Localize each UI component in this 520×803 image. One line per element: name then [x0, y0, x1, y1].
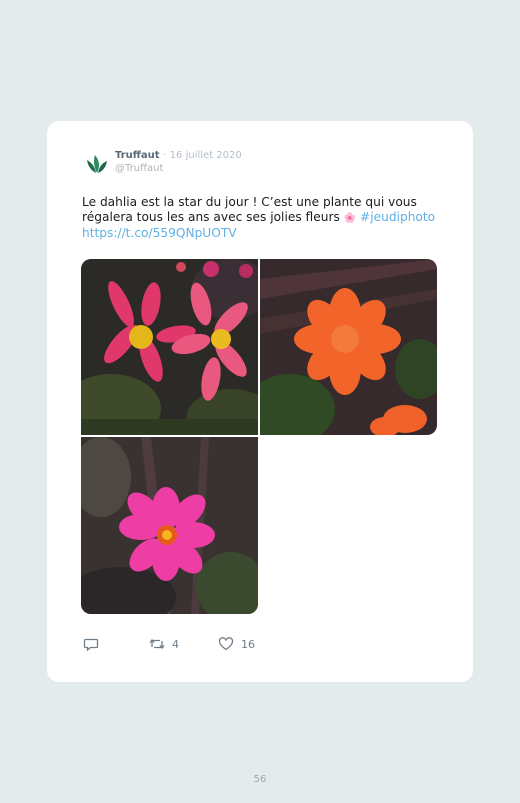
hashtag-link[interactable]: #jeudiphoto [360, 210, 435, 224]
like-button[interactable]: 16 [218, 635, 255, 653]
retweet-count: 4 [172, 637, 179, 651]
flower-emoji-icon: 🌸 [343, 213, 357, 224]
tweet-url-link[interactable]: https://t.co/559QNpUOTV [82, 226, 237, 240]
truffaut-logo-avatar[interactable] [83, 151, 111, 179]
author-line[interactable]: Truffaut · 16 juillet 2020 [115, 150, 242, 161]
author-handle[interactable]: @Truffaut [115, 163, 163, 174]
reply-icon [83, 638, 99, 652]
retweet-button[interactable]: 4 [149, 635, 179, 653]
tweet-text: Le dahlia est la star du jour ! C’est un… [82, 195, 442, 241]
retweet-icon [149, 638, 165, 650]
photo-orange-dahlia[interactable] [260, 259, 437, 435]
author-name[interactable]: Truffaut [115, 150, 160, 161]
tweet-card: Truffaut · 16 juillet 2020 @Truffaut Le … [47, 121, 473, 682]
separator-dot: · [163, 150, 167, 161]
tweet-actions: 4 16 [81, 635, 441, 655]
photo-pink-red-dahlias[interactable] [81, 259, 258, 435]
like-count: 16 [241, 637, 255, 651]
heart-icon [218, 637, 234, 651]
photo-magenta-dahlia[interactable] [81, 437, 258, 614]
page-number: 56 [253, 774, 267, 785]
reply-button[interactable] [83, 635, 99, 653]
tweet-date[interactable]: 16 juillet 2020 [170, 150, 242, 161]
